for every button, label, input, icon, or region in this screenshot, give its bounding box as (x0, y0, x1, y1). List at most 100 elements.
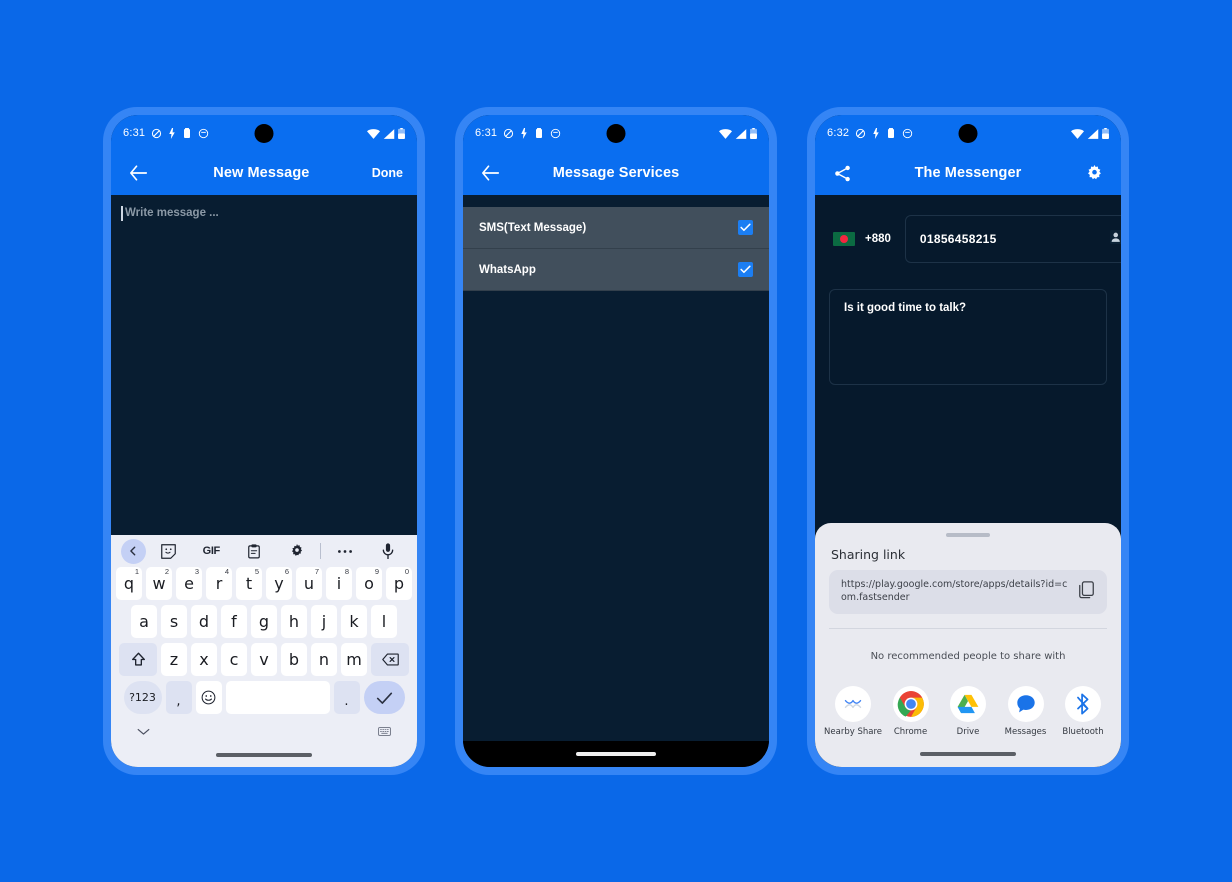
key-label: r (215, 574, 223, 593)
messages-icon (1007, 686, 1044, 722)
home-indicator[interactable] (576, 752, 656, 756)
gif-button[interactable]: GIF (190, 535, 233, 567)
key-f[interactable]: f (221, 605, 247, 638)
appbar-spacer (729, 160, 755, 186)
share-target-messages[interactable]: Messages (1000, 686, 1052, 737)
key-h[interactable]: h (281, 605, 307, 638)
clock-icon (199, 128, 209, 138)
key-l[interactable]: l (371, 605, 397, 638)
battery-icon (1102, 127, 1109, 139)
keyboard-back-button[interactable] (119, 535, 147, 567)
phone-1-new-message: 6:31 New Message Done Write message ... … (103, 107, 425, 775)
back-arrow-icon (482, 165, 499, 181)
sticker-button[interactable] (147, 535, 190, 567)
key-n[interactable]: n (311, 643, 337, 676)
sheet-drag-handle[interactable] (946, 533, 990, 538)
comma-key[interactable]: , (165, 681, 192, 714)
message-text: Is it good time to talk? (844, 302, 967, 314)
backspace-key[interactable] (371, 643, 409, 676)
check-icon (740, 265, 751, 274)
symbols-key[interactable]: ?123 (123, 681, 162, 714)
key-k[interactable]: k (341, 605, 367, 638)
key-z[interactable]: z (161, 643, 187, 676)
key-e[interactable]: 3e (176, 567, 202, 600)
share-target-bluetooth[interactable]: Bluetooth (1057, 686, 1109, 737)
check-icon (376, 692, 392, 704)
key-num: 0 (404, 567, 409, 576)
key-u[interactable]: 7u (296, 567, 322, 600)
copy-icon (1079, 580, 1094, 598)
keyboard-row-4: ?123 , . (111, 681, 417, 719)
key-b[interactable]: b (281, 643, 307, 676)
message-input-box[interactable]: Is it good time to talk? (829, 289, 1107, 385)
key-w[interactable]: 2w (146, 567, 172, 600)
key-c[interactable]: c (221, 643, 247, 676)
screenshot-stage: 6:31 New Message Done Write message ... … (0, 0, 1232, 882)
key-s[interactable]: s (161, 605, 187, 638)
message-compose-area[interactable]: Write message ... (111, 195, 417, 535)
gear-icon (1087, 164, 1101, 179)
key-q[interactable]: 1q (116, 567, 142, 600)
bangladesh-flag-icon[interactable] (833, 232, 855, 246)
flag-dot (839, 235, 848, 243)
share-target-nearby-share[interactable]: Nearby Share (824, 686, 882, 737)
home-indicator[interactable] (216, 753, 312, 757)
key-d[interactable]: d (191, 605, 217, 638)
key-j[interactable]: j (311, 605, 337, 638)
key-y[interactable]: 6y (266, 567, 292, 600)
key-g[interactable]: g (251, 605, 277, 638)
service-row-whatsapp[interactable]: WhatsApp (463, 249, 769, 291)
service-row-sms[interactable]: SMS(Text Message) (463, 207, 769, 249)
copy-link-button[interactable] (1078, 580, 1095, 604)
key-p[interactable]: 0p (386, 567, 412, 600)
switch-keyboard-button[interactable] (378, 723, 391, 741)
key-i[interactable]: 8i (326, 567, 352, 600)
space-key[interactable] (225, 681, 330, 714)
enter-key[interactable] (363, 681, 405, 714)
key-x[interactable]: x (191, 643, 217, 676)
key-num: 6 (284, 567, 289, 576)
share-link-card[interactable]: https://play.google.com/store/apps/detai… (829, 570, 1107, 614)
keyboard-settings-button[interactable] (275, 535, 318, 567)
collapse-keyboard-button[interactable] (137, 723, 150, 741)
service-checkbox[interactable] (738, 220, 753, 235)
share-button[interactable] (829, 160, 855, 186)
clipboard-button[interactable] (233, 535, 276, 567)
status-time: 6:32 (827, 127, 850, 139)
contacts-picker-button[interactable] (1110, 229, 1121, 249)
keyboard-switch-icon (378, 727, 391, 736)
front-camera (254, 124, 274, 143)
done-button[interactable]: Done (372, 166, 403, 180)
key-t[interactable]: 5t (236, 567, 262, 600)
shift-key[interactable] (119, 643, 157, 676)
key-o[interactable]: 9o (356, 567, 382, 600)
key-label: u (303, 574, 315, 593)
vibrate-icon (184, 127, 191, 138)
key-label: t (245, 574, 253, 593)
phone-3-the-messenger: 6:32 The Messenger +880 01856458215 Is i… (807, 107, 1129, 775)
emoji-key[interactable] (195, 681, 222, 714)
settings-button[interactable] (1081, 160, 1107, 186)
key-num: 1 (134, 567, 139, 576)
phone-number-input[interactable]: 01856458215 (904, 215, 1121, 263)
share-target-drive[interactable]: Drive (942, 686, 994, 737)
period-key[interactable]: . (333, 681, 360, 714)
back-button[interactable] (125, 160, 151, 186)
country-code[interactable]: +880 (865, 233, 891, 245)
more-options-button[interactable] (323, 535, 366, 567)
service-checkbox[interactable] (738, 262, 753, 277)
on-screen-keyboard[interactable]: GIF 1q 2 w 3 e 4 r 5 t 6 y 7 u 8 i 9 o 0… (111, 535, 417, 767)
key-v[interactable]: v (251, 643, 277, 676)
key-m[interactable]: m (341, 643, 367, 676)
share-target-chrome[interactable]: Chrome (885, 686, 937, 737)
back-button[interactable] (477, 160, 503, 186)
home-indicator[interactable] (920, 752, 1016, 756)
key-label: o (364, 574, 374, 593)
key-r[interactable]: 4r (206, 567, 232, 600)
more-icon (337, 549, 352, 553)
mic-icon (382, 543, 393, 559)
bluetooth-icon (1065, 686, 1101, 722)
keyboard-row-1: 1q 2w 3e 4r 5t 6y 7u 8i 9o 0p (111, 567, 417, 605)
voice-input-button[interactable] (366, 535, 409, 567)
key-a[interactable]: a (131, 605, 157, 638)
